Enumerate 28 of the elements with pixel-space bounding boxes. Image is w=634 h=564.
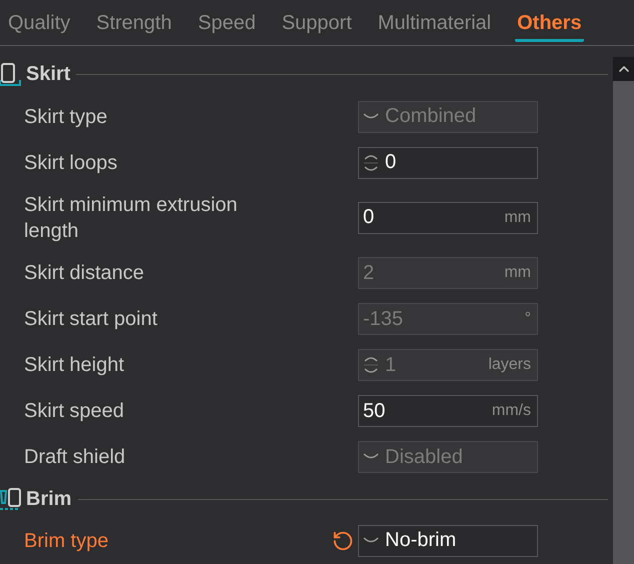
setting-label: Draft shield xyxy=(24,445,126,470)
setting-label: Skirt minimum extrusion length xyxy=(24,192,238,244)
setting-label: Skirt loops xyxy=(24,150,118,176)
dropdown[interactable]: No-brim xyxy=(358,524,538,557)
reset-icon[interactable] xyxy=(332,530,354,552)
setting-label: Skirt type xyxy=(24,104,108,130)
tab[interactable]: Others xyxy=(515,12,584,42)
input-field[interactable]: 50 mm/s xyxy=(358,395,538,428)
chevron-down-icon xyxy=(363,453,379,462)
section-title: Skirt xyxy=(26,63,70,86)
input-field[interactable]: 0 xyxy=(358,146,538,179)
brim-icon xyxy=(0,486,22,512)
setting-label: Skirt speed xyxy=(24,399,126,424)
setting-label: Skirt start point xyxy=(24,307,158,332)
tab[interactable]: Quality xyxy=(6,12,72,42)
tab[interactable]: Speed xyxy=(196,12,258,42)
tab[interactable]: Multimaterial xyxy=(376,12,494,42)
skirt-icon xyxy=(0,62,22,88)
chevron-down-icon xyxy=(363,112,379,121)
scrollbar[interactable] xyxy=(613,57,634,564)
section-title: Brim xyxy=(26,488,72,511)
chevron-down-icon xyxy=(363,536,379,545)
setting-label: Brim type xyxy=(24,528,110,554)
input-field[interactable]: 0 mm xyxy=(358,202,538,234)
setting-label: Skirt height xyxy=(24,353,126,378)
setting-label: Skirt distance xyxy=(24,261,146,286)
tab[interactable]: Strength xyxy=(94,12,174,42)
tab[interactable]: Support xyxy=(280,12,354,42)
